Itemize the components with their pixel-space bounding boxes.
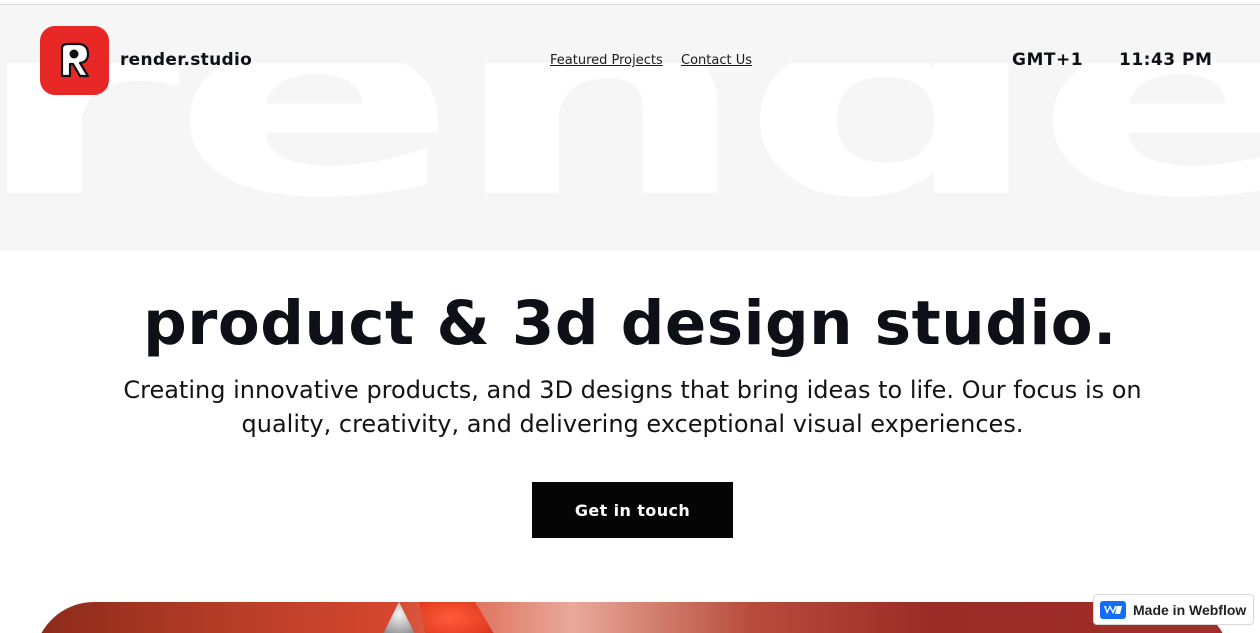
hero-headline: product & 3d design studio. xyxy=(143,288,1117,359)
timezone-label: GMT+1 xyxy=(1012,50,1084,70)
header-band: render xyxy=(0,5,1260,251)
preview-cone-shape xyxy=(379,602,419,633)
logo[interactable] xyxy=(40,26,109,95)
webflow-logo-icon xyxy=(1100,600,1126,619)
nav-featured-projects[interactable]: Featured Projects xyxy=(550,53,663,68)
preview-red-shape xyxy=(419,602,499,633)
get-in-touch-button[interactable]: Get in touch xyxy=(532,482,733,538)
made-in-webflow-badge[interactable]: Made in Webflow xyxy=(1093,594,1254,625)
brand-name[interactable]: render.studio xyxy=(120,50,252,70)
webflow-badge-label: Made in Webflow xyxy=(1133,601,1247,618)
nav-contact-us[interactable]: Contact Us xyxy=(681,53,752,68)
logo-r-icon xyxy=(60,42,90,78)
background-word: render xyxy=(0,63,1260,251)
hero-subtext: Creating innovative products, and 3D des… xyxy=(123,376,1142,438)
clock-time: 11:43 PM xyxy=(1119,50,1213,70)
render-preview-image xyxy=(34,602,1230,633)
